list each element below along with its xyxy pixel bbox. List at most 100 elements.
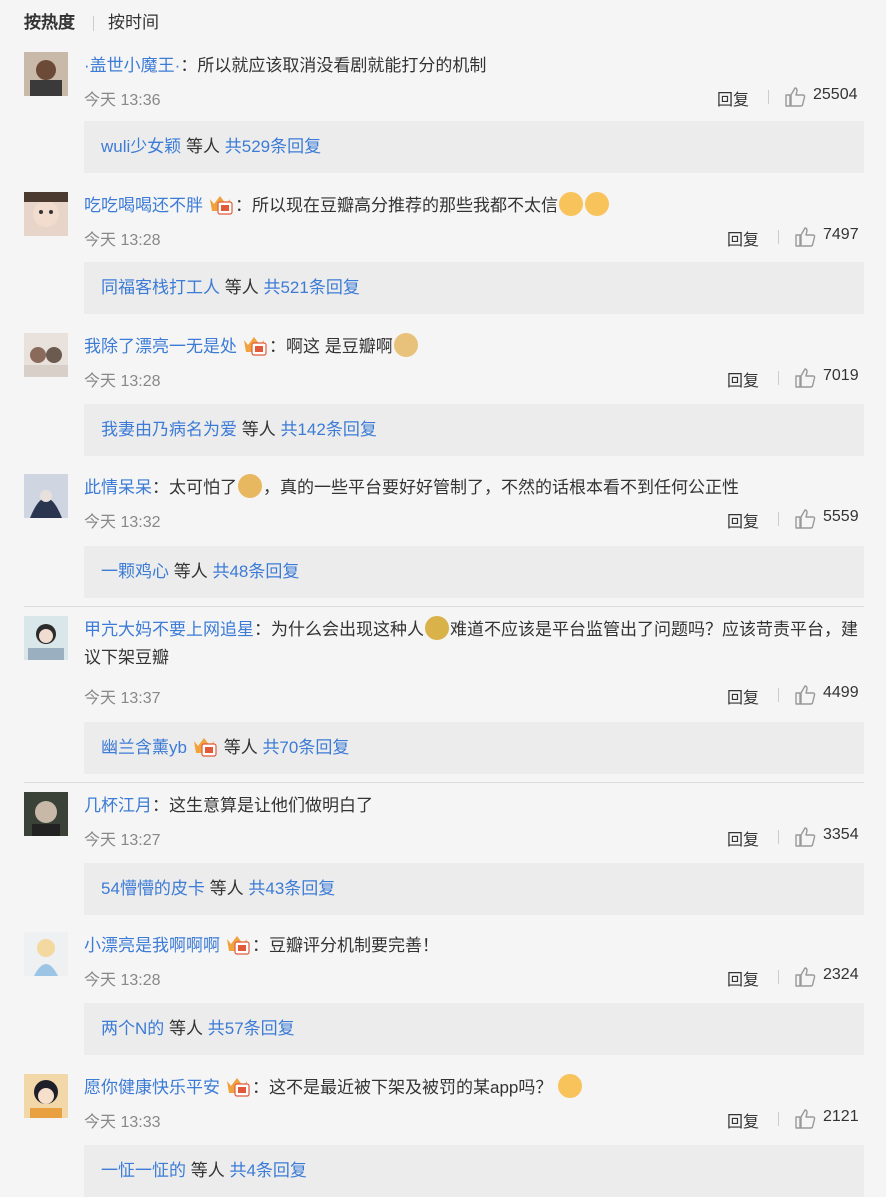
sub-reply-count[interactable]: 共57条回复 [208, 1019, 295, 1038]
comment-username[interactable]: 甲亢大妈不要上网追星 [84, 620, 254, 639]
tab-sort-by-time[interactable]: 按时间 [108, 12, 159, 34]
like-count: 25504 [813, 86, 858, 103]
sub-replies-box[interactable]: 一怔一怔的 等人 共4条回复 [84, 1145, 864, 1197]
comment-text: 吃吃喝喝还不胖 ：所以现在豆瓣高分推荐的那些我都不太信 [84, 192, 864, 220]
like-count: 2324 [823, 966, 859, 983]
sub-replies-box[interactable]: wuli少女颖 等人 共529条回复 [84, 121, 864, 173]
thumbs-up-icon[interactable] [794, 367, 816, 389]
sub-reply-user[interactable]: 两个N的 [101, 1019, 164, 1038]
comment-text: 此情呆呆：太可怕了 ，真的一些平台要好好管制了，不然的话根本看不到任何公正性 [84, 474, 864, 502]
divider [24, 782, 864, 783]
sub-reply-count[interactable]: 共521条回复 [263, 278, 359, 297]
comment-username[interactable]: 小漂亮是我啊啊啊 [84, 936, 220, 955]
comment-time: 今天 13:28 [84, 972, 161, 989]
avatar[interactable] [24, 932, 68, 976]
sub-replies-box[interactable]: 54懵懵的皮卡 等人 共43条回复 [84, 863, 864, 915]
sub-replies-box[interactable]: 幽兰含薰yb 等人 共70条回复 [84, 722, 864, 774]
sub-replies-box[interactable]: 一颗鸡心 等人 共48条回复 [84, 546, 864, 598]
comment-text: 我除了漂亮一无是处 ：啊这 是豆瓣啊 [84, 333, 864, 361]
sub-reply-etc: 等人 [223, 738, 258, 757]
comment-text: ·盖世小魔王·：所以就应该取消没看剧就能打分的机制 [84, 56, 487, 75]
like-count: 7019 [823, 367, 859, 384]
avatar[interactable] [24, 192, 68, 236]
comment-body: 这生意算是让他们做明白了 [169, 796, 373, 815]
sub-replies-box[interactable]: 同福客栈打工人 等人 共521条回复 [84, 262, 864, 314]
sub-reply-etc: 等人 [209, 879, 244, 898]
sub-reply-etc: 等人 [241, 420, 276, 439]
comment-username[interactable]: 吃吃喝喝还不胖 [84, 196, 203, 215]
emoji-icon [238, 474, 262, 498]
reply-button[interactable]: 回复 [727, 226, 759, 250]
emoji-icon [585, 192, 609, 216]
sub-replies-box[interactable]: 两个N的 等人 共57条回复 [84, 1003, 864, 1055]
avatar[interactable] [24, 52, 68, 96]
reply-button[interactable]: 回复 [727, 684, 759, 708]
emoji-icon [559, 192, 583, 216]
reply-button[interactable]: 回复 [717, 86, 749, 110]
sort-tabs: 按热度 按时间 [0, 0, 886, 46]
sub-reply-etc: 等人 [224, 278, 259, 297]
like-count: 5559 [823, 508, 859, 525]
comment-time: 今天 13:36 [84, 92, 161, 109]
comment-username[interactable]: 几杯江月 [84, 796, 152, 815]
reply-button[interactable]: 回复 [727, 826, 759, 850]
divider [24, 606, 864, 607]
avatar[interactable] [24, 474, 68, 518]
avatar[interactable] [24, 792, 68, 836]
tab-sort-by-hot[interactable]: 按热度 [24, 12, 75, 34]
sub-reply-user[interactable]: 54懵懵的皮卡 [101, 879, 205, 898]
comment-username[interactable]: 愿你健康快乐平安 [84, 1078, 220, 1097]
sub-reply-user[interactable]: 一怔一怔的 [101, 1161, 186, 1180]
thumbs-up-icon[interactable] [784, 86, 806, 108]
avatar[interactable] [24, 1074, 68, 1118]
like-count: 4499 [823, 684, 859, 701]
comment-time: 今天 13:33 [84, 1114, 161, 1131]
comment-body: 太可怕了 [169, 478, 237, 497]
reply-button[interactable]: 回复 [727, 367, 759, 391]
avatar[interactable] [24, 333, 68, 377]
sub-reply-user[interactable]: 我妻由乃病名为爱 [101, 420, 237, 439]
comment-username[interactable]: ·盖世小魔王· [84, 56, 180, 75]
comment-body: 所以现在豆瓣高分推荐的那些我都不太信 [252, 196, 558, 215]
sub-reply-count[interactable]: 共142条回复 [280, 420, 376, 439]
sub-reply-user[interactable]: 一颗鸡心 [101, 562, 169, 581]
thumbs-up-icon[interactable] [794, 1108, 816, 1130]
comment-time: 今天 13:28 [84, 373, 161, 390]
comment-body: 啊这 是豆瓣啊 [286, 337, 393, 356]
comment-username[interactable]: 我除了漂亮一无是处 [84, 337, 237, 356]
sub-reply-count[interactable]: 共43条回复 [248, 879, 335, 898]
thumbs-up-icon[interactable] [794, 684, 816, 706]
comment-time: 今天 13:28 [84, 232, 161, 249]
like-count: 7497 [823, 226, 859, 243]
comment-body: 为什么会出现这种人 [271, 620, 424, 639]
action-separator [778, 371, 779, 385]
comment-text: 几杯江月：这生意算是让他们做明白了 [84, 796, 373, 815]
action-separator [778, 1112, 779, 1126]
sub-reply-count[interactable]: 共48条回复 [212, 562, 299, 581]
comment-text: 甲亢大妈不要上网追星：为什么会出现这种人 难道不应该是平台监管出了问题吗？应该苛责… [84, 616, 864, 672]
sub-reply-etc: 等人 [186, 137, 221, 156]
comment-time: 今天 13:27 [84, 832, 161, 849]
vip-badge-icon [227, 936, 250, 955]
thumbs-up-icon[interactable] [794, 508, 816, 530]
sub-reply-user[interactable]: wuli少女颖 [101, 137, 181, 156]
comment-username[interactable]: 此情呆呆 [84, 478, 152, 497]
sub-reply-user[interactable]: 同福客栈打工人 [101, 278, 220, 297]
thumbs-up-icon[interactable] [794, 966, 816, 988]
reply-button[interactable]: 回复 [727, 1108, 759, 1132]
thumbs-up-icon[interactable] [794, 226, 816, 248]
avatar[interactable] [24, 616, 68, 660]
comment-text: 愿你健康快乐平安 ：这不是最近被下架及被罚的某app吗？ [84, 1074, 864, 1102]
sub-reply-count[interactable]: 共529条回复 [225, 137, 321, 156]
vip-badge-icon [244, 337, 267, 356]
reply-button[interactable]: 回复 [727, 966, 759, 990]
comment-time: 今天 13:37 [84, 690, 161, 707]
action-separator [778, 688, 779, 702]
thumbs-up-icon[interactable] [794, 826, 816, 848]
sub-replies-box[interactable]: 我妻由乃病名为爱 等人 共142条回复 [84, 404, 864, 456]
doge-emoji-icon [393, 333, 418, 357]
sub-reply-count[interactable]: 共70条回复 [262, 738, 349, 757]
sub-reply-count[interactable]: 共4条回复 [229, 1161, 306, 1180]
reply-button[interactable]: 回复 [727, 508, 759, 532]
sub-reply-user[interactable]: 幽兰含薰yb [101, 738, 187, 757]
